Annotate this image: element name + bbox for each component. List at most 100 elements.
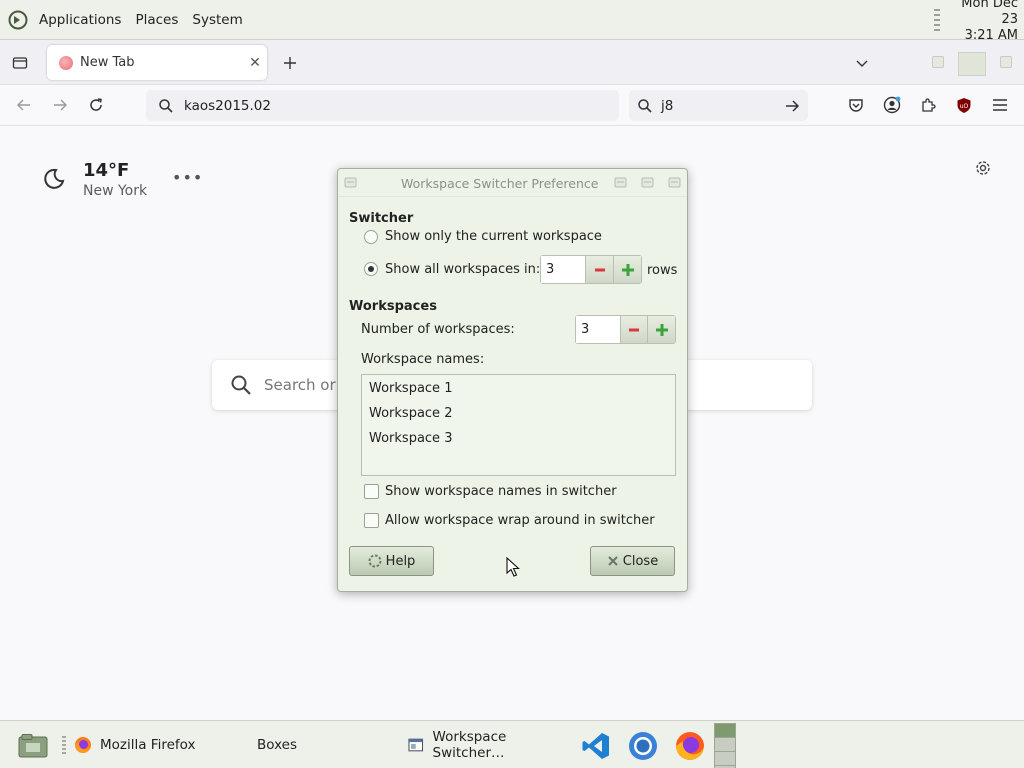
firefox-view-button[interactable] — [8, 51, 32, 75]
window-menu-icon[interactable] — [344, 176, 357, 189]
extensions-button[interactable] — [916, 93, 940, 117]
firefox-view-icon — [12, 57, 28, 69]
distro-logo-icon[interactable] — [7, 9, 29, 31]
list-item[interactable]: Workspace 3 — [369, 431, 452, 446]
personalize-button[interactable] — [972, 157, 994, 179]
search-icon — [159, 98, 173, 113]
dialog-minimize-icon[interactable] — [614, 176, 627, 189]
rows-decrement-button[interactable] — [585, 256, 613, 283]
account-button[interactable] — [880, 93, 904, 117]
workspaces-heading: Workspaces — [349, 299, 437, 314]
taskbar-workspace-switcher-label: Workspace Switcher… — [432, 729, 507, 761]
ublock-button[interactable]: uO — [952, 93, 976, 117]
firefox-icon — [676, 732, 704, 760]
taskbar-firefox-label: Mozilla Firefox — [100, 737, 196, 753]
show-all-label[interactable]: Show all workspaces in: — [385, 262, 540, 277]
rows-value[interactable]: 3 — [541, 256, 585, 283]
menu-system[interactable]: System — [188, 12, 246, 28]
taskbar-item-firefox[interactable]: Mozilla Firefox — [62, 721, 237, 768]
plus-icon — [655, 323, 668, 336]
workspaces-decrement-button[interactable] — [619, 316, 648, 343]
close-button[interactable]: Close — [590, 546, 675, 576]
help-button[interactable]: Help — [349, 546, 434, 576]
clock-date: Mon Dec 23 — [961, 0, 1018, 27]
workspace-pager[interactable] — [714, 723, 736, 768]
list-item[interactable]: Workspace 1 — [369, 381, 452, 396]
wrap-around-label[interactable]: Allow workspace wrap around in switcher — [385, 513, 655, 528]
workspace-3[interactable] — [715, 752, 735, 766]
nav-bar: kaos2015.02 j8 uO — [0, 85, 1024, 126]
reload-button[interactable] — [84, 93, 108, 117]
back-button[interactable] — [12, 93, 36, 117]
pocket-icon — [849, 99, 863, 112]
window-close-icon[interactable] — [1000, 56, 1012, 68]
mouse-cursor-icon — [506, 557, 520, 577]
close-icon — [608, 556, 618, 566]
pocket-button[interactable] — [844, 93, 868, 117]
workspaces-spinner[interactable]: 3 — [575, 315, 676, 344]
workspace-names-list[interactable]: Workspace 1 Workspace 2 Workspace 3 — [361, 374, 676, 476]
tab-new-tab[interactable]: New Tab ✕ — [47, 45, 267, 80]
vscode-icon — [582, 733, 609, 759]
dialog-title: Workspace Switcher Preferences — [401, 176, 599, 191]
radio-show-current[interactable] — [364, 230, 378, 244]
taskbar-item-boxes[interactable]: Boxes — [243, 721, 398, 768]
dialog-close-icon[interactable] — [668, 176, 681, 189]
launcher-chromium[interactable] — [627, 730, 659, 762]
switcher-heading: Switcher — [349, 211, 414, 226]
show-names-label[interactable]: Show workspace names in switcher — [385, 484, 617, 499]
tab-close-icon[interactable]: ✕ — [243, 55, 267, 71]
weather-more-options-icon[interactable]: ••• — [172, 168, 203, 187]
search-bar[interactable]: j8 — [629, 90, 808, 121]
rows-suffix: rows — [647, 263, 678, 278]
bottom-taskbar: Mozilla Firefox Boxes Workspace Switcher… — [0, 720, 1024, 768]
show-desktop-button[interactable] — [17, 730, 49, 762]
menu-places[interactable]: Places — [131, 12, 182, 28]
search-icon — [231, 375, 251, 395]
num-workspaces-label: Number of workspaces: — [361, 322, 515, 337]
workspace-2[interactable] — [715, 738, 735, 752]
launcher-vscode[interactable] — [580, 730, 612, 762]
rows-spinner[interactable]: 3 — [540, 255, 642, 284]
workspace-switcher-dialog: Workspace Switcher Preferences Switcher … — [337, 168, 688, 592]
clock[interactable]: Mon Dec 23 3:21 AM — [948, 0, 1018, 44]
rows-increment-button[interactable] — [613, 256, 641, 283]
menu-applications[interactable]: Applications — [35, 12, 125, 28]
firefox-favicon-icon — [59, 55, 73, 70]
plus-icon — [284, 57, 296, 69]
url-bar[interactable]: kaos2015.02 — [146, 90, 619, 121]
hamburger-menu-icon — [993, 99, 1007, 111]
chevron-down-icon — [856, 60, 868, 67]
workspaces-increment-button[interactable] — [647, 316, 675, 343]
search-icon — [638, 98, 652, 113]
plus-icon — [621, 263, 634, 276]
num-workspaces-value[interactable]: 3 — [576, 316, 620, 343]
help-icon — [368, 554, 382, 568]
taskbar-item-workspace-switcher[interactable]: Workspace Switcher… — [408, 721, 578, 768]
app-menu-button[interactable] — [988, 93, 1012, 117]
new-tab-button[interactable] — [278, 51, 302, 75]
search-text: j8 — [661, 97, 674, 114]
weather-temperature: 14°F — [83, 160, 130, 181]
workspace-1[interactable] — [715, 724, 735, 738]
firefox-icon — [75, 737, 91, 753]
search-go-arrow-icon[interactable] — [784, 98, 800, 114]
window-maximize-icon[interactable] — [958, 52, 986, 76]
dialog-titlebar[interactable]: Workspace Switcher Preferences — [338, 169, 687, 197]
weather-widget[interactable]: 14°F New York ••• — [42, 160, 212, 204]
reload-icon — [90, 98, 102, 111]
list-item[interactable]: Workspace 2 — [369, 406, 452, 421]
svg-text:uO: uO — [960, 103, 969, 110]
checkbox-wrap-around[interactable] — [364, 513, 379, 528]
radio-show-all[interactable] — [364, 262, 378, 276]
taskbar-handle — [62, 736, 66, 754]
panel-handle[interactable] — [934, 8, 940, 31]
list-tabs-button[interactable] — [850, 51, 874, 75]
checkbox-show-names[interactable] — [364, 484, 379, 499]
dialog-maximize-icon[interactable] — [641, 176, 654, 189]
launcher-firefox[interactable] — [674, 730, 706, 762]
taskbar-boxes-label: Boxes — [257, 737, 298, 753]
forward-button[interactable] — [48, 93, 72, 117]
window-minimize-icon[interactable] — [932, 56, 944, 68]
show-current-label[interactable]: Show only the current workspace — [385, 229, 602, 244]
